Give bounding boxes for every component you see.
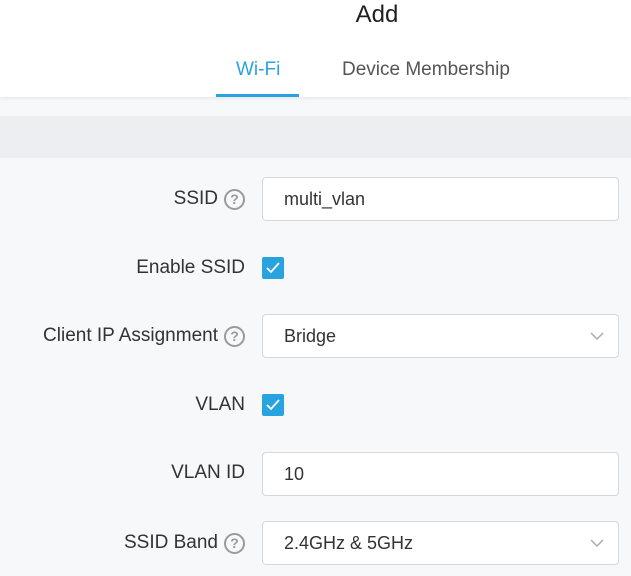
enable-ssid-checkbox[interactable] [262, 257, 284, 279]
client-ip-value: Bridge [284, 326, 337, 346]
ssid-band-label: SSID Band [124, 532, 218, 553]
enable-ssid-label-row: Enable SSID [136, 256, 245, 280]
chevron-down-icon [590, 539, 604, 548]
ssid-label: SSID [173, 188, 218, 209]
ssid-band-label-row: SSID Band ? [124, 531, 245, 555]
tab-device-membership[interactable]: Device Membership [342, 58, 510, 82]
client-ip-select[interactable]: Bridge [262, 314, 619, 358]
ssid-band-select[interactable]: 2.4GHz & 5GHz [262, 521, 619, 565]
help-circle-icon[interactable]: ? [224, 532, 245, 554]
vlan-id-input[interactable]: 10 [262, 452, 619, 496]
client-ip-label: Client IP Assignment [43, 325, 218, 346]
check-icon [266, 262, 280, 274]
chevron-down-icon [590, 332, 604, 341]
section-band [0, 116, 631, 158]
ssid-input[interactable]: multi_vlan [262, 177, 619, 221]
ssid-value: multi_vlan [284, 189, 366, 209]
client-ip-label-row: Client IP Assignment ? [43, 324, 245, 348]
ssid-label-row: SSID ? [174, 187, 245, 211]
help-circle-icon[interactable]: ? [224, 188, 245, 210]
active-tab-indicator [216, 94, 299, 97]
vlan-label: VLAN [195, 394, 245, 415]
vlan-id-value: 10 [284, 464, 305, 484]
vlan-id-label-row: VLAN ID [171, 461, 245, 485]
enable-ssid-label: Enable SSID [136, 257, 245, 278]
dialog-header: Add Wi-Fi Device Membership [0, 0, 631, 97]
vlan-label-row: VLAN [195, 393, 245, 417]
vlan-checkbox[interactable] [262, 394, 284, 416]
tab-wifi[interactable]: Wi-Fi [236, 58, 280, 82]
help-circle-icon[interactable]: ? [224, 325, 245, 347]
check-icon [266, 399, 280, 411]
vlan-id-label: VLAN ID [171, 462, 245, 483]
ssid-band-value: 2.4GHz & 5GHz [284, 533, 414, 553]
dialog-title: Add [355, 1, 399, 28]
